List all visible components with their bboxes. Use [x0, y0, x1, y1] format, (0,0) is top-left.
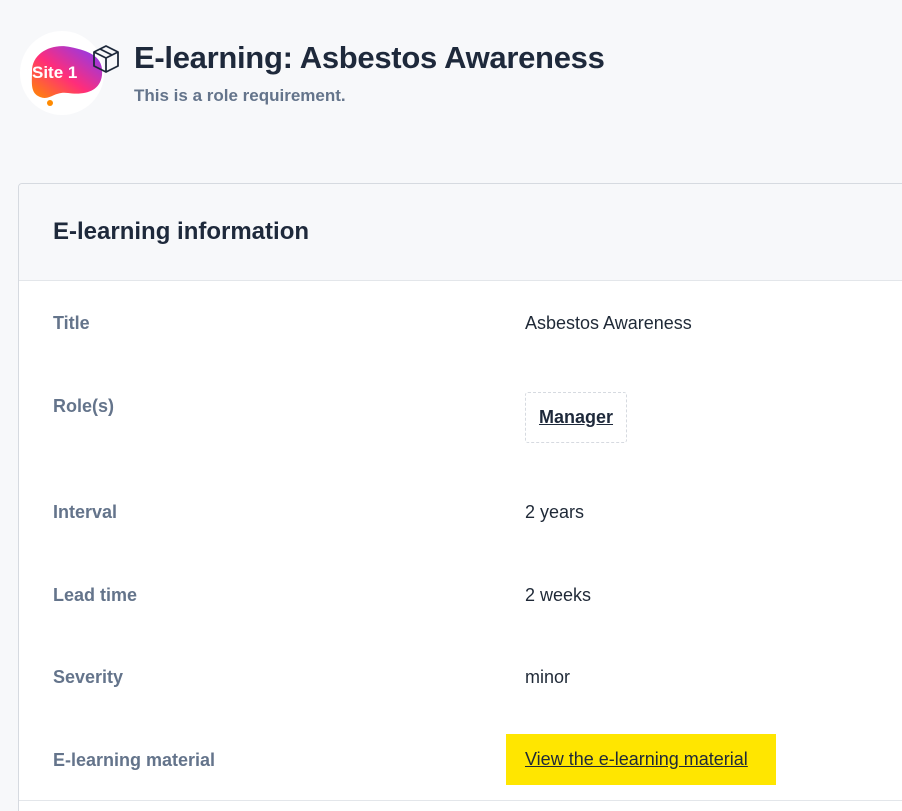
view-elearning-material-link[interactable]: View the e-learning material	[525, 749, 748, 770]
row-divider	[19, 800, 902, 801]
box-icon	[93, 45, 119, 73]
role-chip: Manager	[525, 392, 627, 443]
label-severity: Severity	[53, 667, 124, 687]
elearning-info-card: E-learning information Title Asbestos Aw…	[18, 183, 902, 811]
value-interval: 2 years	[525, 502, 585, 522]
card-title: E-learning information	[53, 218, 310, 245]
label-elearning-material: E-learning material	[53, 750, 216, 770]
elearning-material-highlight: View the e-learning material	[506, 734, 776, 785]
label-title: Title	[53, 313, 90, 333]
role-link-manager[interactable]: Manager	[539, 407, 613, 428]
page: Site 1 E-learning: Asbestos Awareness Th…	[0, 0, 902, 811]
page-subtitle: This is a role requirement.	[134, 86, 346, 105]
value-lead-time: 2 weeks	[525, 585, 592, 605]
value-title: Asbestos Awareness	[525, 313, 692, 333]
label-lead-time: Lead time	[53, 585, 138, 605]
page-title: E-learning: Asbestos Awareness	[134, 40, 605, 75]
label-roles: Role(s)	[53, 396, 115, 416]
site-logo-text: Site 1	[32, 63, 77, 82]
value-severity: minor	[525, 667, 571, 687]
label-interval: Interval	[53, 502, 118, 522]
